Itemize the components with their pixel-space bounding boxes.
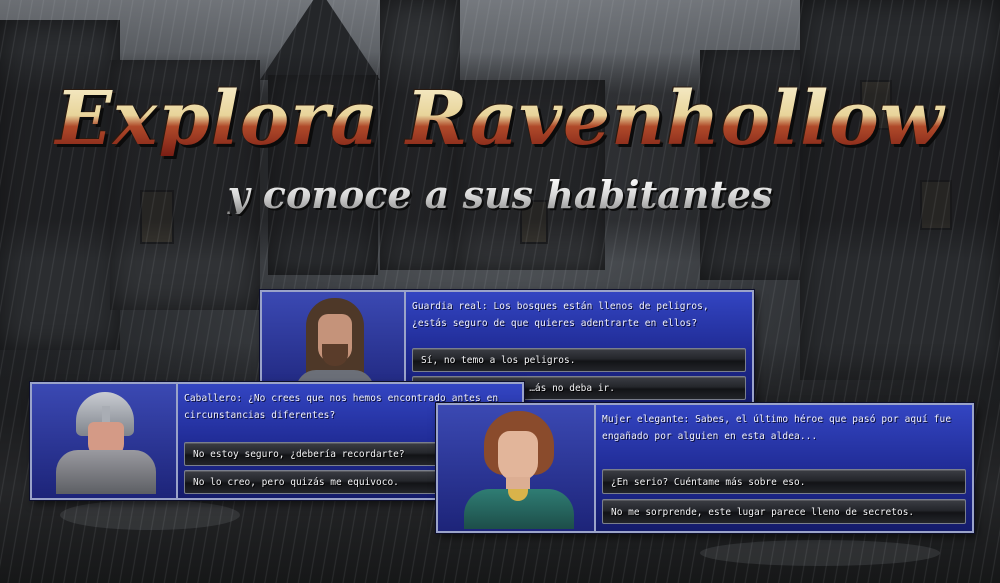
lady-option-1[interactable]: ¿En serio? Cuéntame más sobre eso. bbox=[602, 469, 966, 494]
lady-speech: Mujer elegante: Sabes, el último héroe q… bbox=[602, 414, 952, 442]
main-title: Explora Ravenhollow bbox=[0, 82, 1000, 156]
guard-speech: Guardia real: Los bosques están llenos d… bbox=[412, 301, 709, 329]
dialog-box-lady: Mujer elegante: Sabes, el último héroe q… bbox=[436, 403, 974, 533]
chainmail bbox=[56, 450, 156, 494]
portrait-knight bbox=[32, 384, 178, 498]
lady-option-2[interactable]: No me sorprende, este lugar parece lleno… bbox=[602, 499, 966, 524]
subtitle: y conoce a sus habitantes bbox=[0, 176, 1000, 214]
lady-dialog-panel: Mujer elegante: Sabes, el último héroe q… bbox=[596, 405, 972, 531]
guard-option-1[interactable]: Sí, no temo a los peligros. bbox=[412, 348, 746, 372]
portrait-elegant-woman bbox=[438, 405, 596, 531]
